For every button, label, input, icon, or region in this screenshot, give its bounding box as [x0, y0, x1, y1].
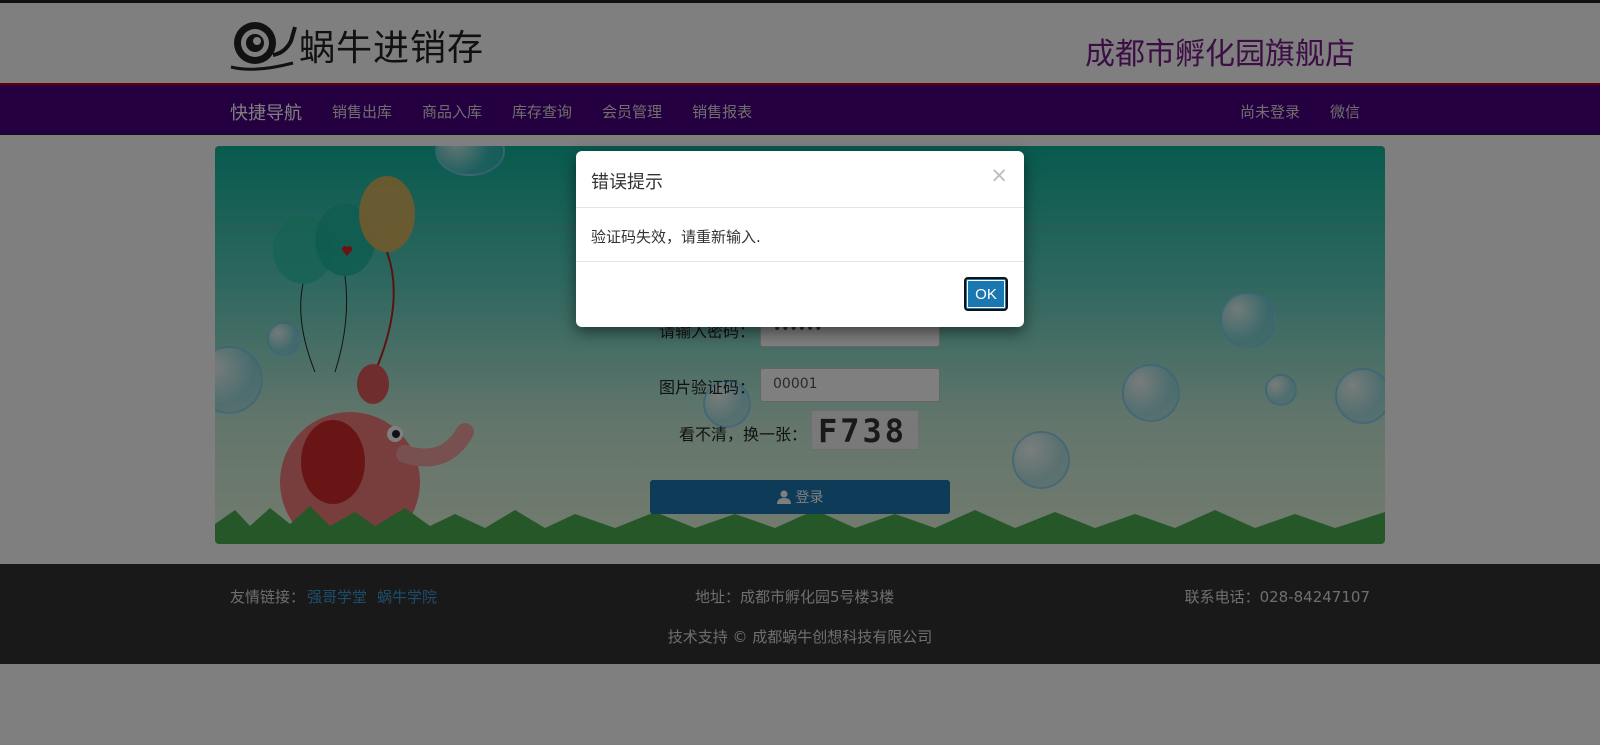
close-icon[interactable]: × [990, 165, 1008, 186]
dialog-message: 验证码失效，请重新输入. [591, 228, 761, 246]
modal-backdrop[interactable] [0, 0, 1600, 745]
dialog-body: 验证码失效，请重新输入. [576, 208, 1024, 262]
error-dialog: 错误提示 × 验证码失效，请重新输入. OK [576, 151, 1024, 327]
dialog-footer: OK [576, 262, 1024, 326]
dialog-header: 错误提示 × [576, 151, 1024, 208]
ok-button[interactable]: OK [964, 277, 1008, 311]
dialog-title: 错误提示 [591, 172, 663, 193]
